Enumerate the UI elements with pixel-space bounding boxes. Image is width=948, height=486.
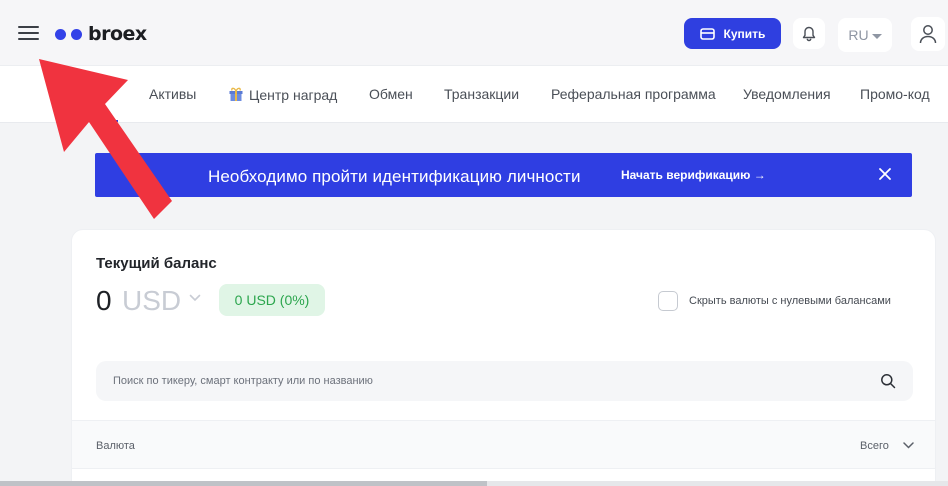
hamburger-menu-icon[interactable] — [18, 26, 39, 41]
nav-tabs: ок Активы Центр наград Обмен Транзакции … — [0, 66, 948, 123]
tab-label: Реферальная программа — [551, 86, 716, 102]
chevron-down-icon[interactable] — [903, 442, 914, 449]
card-icon — [699, 27, 715, 40]
tab-referral-program[interactable]: Реферальная программа — [551, 86, 716, 102]
logo-dot-icon — [55, 28, 66, 40]
tab-rewards-center[interactable]: Центр наград — [228, 86, 337, 103]
gift-icon — [229, 87, 243, 101]
asset-search — [96, 361, 913, 401]
tab-label: Транзакции — [444, 86, 520, 102]
user-icon — [919, 25, 937, 44]
caret-down-icon — [871, 33, 882, 39]
tab-label: ок — [92, 86, 106, 102]
notifications-button[interactable] — [793, 18, 825, 49]
tab-promo-code[interactable]: Промо-код — [860, 86, 930, 102]
tab-transactions[interactable]: Транзакции — [444, 86, 519, 102]
tab-notifications[interactable]: Уведомления — [743, 86, 831, 102]
language-selector[interactable]: RU — [838, 18, 892, 52]
search-icon[interactable] — [880, 373, 896, 389]
top-bar: broex Купить RU — [0, 0, 948, 66]
scrollbar-thumb[interactable] — [0, 481, 487, 486]
buy-button-label: Купить — [723, 26, 766, 41]
balance-title: Текущий баланс — [96, 255, 217, 272]
search-input[interactable] — [96, 361, 866, 401]
tab-label: Промо-код — [860, 86, 930, 102]
hide-zero-label: Скрыть валюты с нулевыми балансами — [689, 295, 891, 307]
verification-message: Необходимо пройти идентификацию личности — [208, 167, 581, 186]
logo-text: broex — [88, 23, 147, 45]
table-header: Валюта Всего — [72, 420, 935, 469]
tab-assets[interactable]: Активы — [149, 86, 196, 102]
balance-change-badge: 0 USD (0%) — [219, 284, 325, 316]
tab-label: Центр наград — [249, 87, 338, 103]
logo-dot-icon — [71, 28, 82, 40]
tab-label: Обмен — [369, 86, 413, 102]
column-currency: Валюта — [96, 440, 135, 452]
chevron-down-icon[interactable] — [189, 294, 201, 302]
bell-icon — [802, 26, 816, 41]
balance-currency-selector[interactable]: USD — [122, 285, 181, 317]
balance-amount: 0 — [96, 285, 112, 316]
profile-button[interactable] — [911, 17, 945, 51]
tab-label: Уведомления — [743, 86, 831, 102]
hide-zero-balances-toggle[interactable]: Скрыть валюты с нулевыми балансами — [658, 291, 891, 311]
active-tab-indicator — [84, 120, 118, 122]
logo[interactable]: broex — [55, 22, 147, 46]
start-verification-link[interactable]: Начать верификацию → — [621, 168, 766, 182]
column-total-sort[interactable]: Всего — [860, 440, 889, 452]
close-icon[interactable] — [878, 167, 892, 181]
verification-banner: Необходимо пройти идентификацию личности… — [95, 153, 912, 197]
tab-overview[interactable]: ок — [92, 86, 106, 102]
tab-exchange[interactable]: Обмен — [369, 86, 413, 102]
buy-button[interactable]: Купить — [684, 18, 781, 49]
hide-zero-checkbox[interactable] — [658, 291, 678, 311]
horizontal-scrollbar[interactable] — [0, 481, 948, 486]
language-label: RU — [848, 27, 869, 43]
tab-label: Активы — [149, 86, 197, 102]
balance-card: Текущий баланс 0 USD 0 USD (0%) Скрыть в… — [71, 229, 936, 486]
